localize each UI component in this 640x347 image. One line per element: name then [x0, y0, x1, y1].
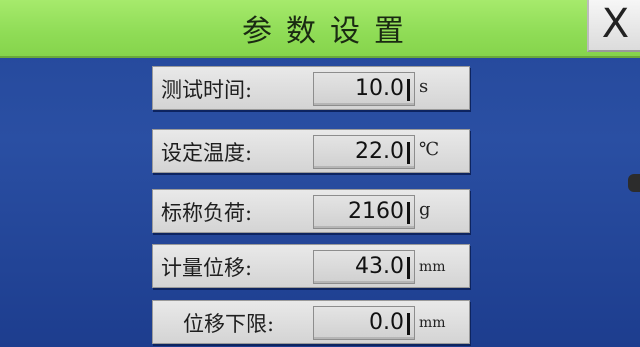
param-unit: s [419, 76, 429, 97]
param-value: 0.0 [369, 310, 404, 335]
param-row-test-time: 测试时间: 10.0 s [152, 66, 470, 110]
window-title: 参数设置 [242, 14, 418, 49]
param-label: 标称负荷: [161, 201, 253, 225]
metering-displacement-input[interactable]: 43.0 [313, 250, 415, 284]
param-unit: mm [419, 315, 446, 331]
param-label: 设定温度: [161, 141, 253, 165]
param-row-displacement-lower-limit: 位移下限: 0.0 mm [152, 300, 470, 344]
param-value: 10.0 [355, 76, 404, 101]
parameter-settings-panel: 参数设置 X 测试时间: 10.0 s 设定温度: 22.0 ℃ 标称负荷: 2… [0, 0, 640, 347]
text-cursor [407, 79, 410, 101]
param-value: 22.0 [355, 139, 404, 164]
close-button[interactable]: X [587, 0, 640, 52]
title-bar: 参数设置 [0, 0, 640, 58]
param-row-metering-displacement: 计量位移: 43.0 mm [152, 244, 470, 288]
param-label: 计量位移: [161, 256, 253, 280]
param-value: 2160 [348, 199, 404, 224]
displacement-lower-limit-input[interactable]: 0.0 [313, 306, 415, 340]
nominal-load-input[interactable]: 2160 [313, 195, 415, 229]
text-cursor [407, 142, 410, 164]
param-label: 位移下限: [183, 312, 275, 336]
param-row-nominal-load: 标称负荷: 2160 g [152, 189, 470, 233]
param-unit: g [419, 199, 431, 220]
param-value: 43.0 [355, 254, 404, 279]
param-unit: ℃ [419, 139, 440, 160]
text-cursor [407, 313, 410, 335]
bezel-edge [628, 174, 640, 192]
text-cursor [407, 202, 410, 224]
set-temperature-input[interactable]: 22.0 [313, 135, 415, 169]
param-row-set-temperature: 设定温度: 22.0 ℃ [152, 129, 470, 173]
param-label: 测试时间: [161, 78, 253, 102]
text-cursor [407, 257, 410, 279]
test-time-input[interactable]: 10.0 [313, 72, 415, 106]
param-unit: mm [419, 259, 446, 275]
